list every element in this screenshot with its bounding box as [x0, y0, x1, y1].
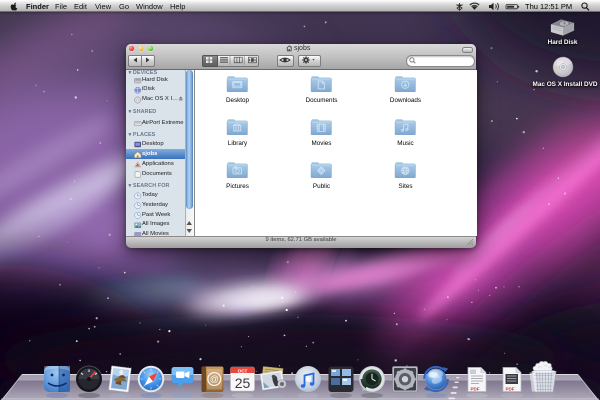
svg-text:PDF: PDF [471, 387, 480, 392]
svg-text:25: 25 [235, 375, 251, 391]
svg-text:OCT: OCT [238, 368, 248, 373]
svg-text:PDF: PDF [506, 387, 515, 392]
svg-text:@: @ [210, 374, 219, 384]
